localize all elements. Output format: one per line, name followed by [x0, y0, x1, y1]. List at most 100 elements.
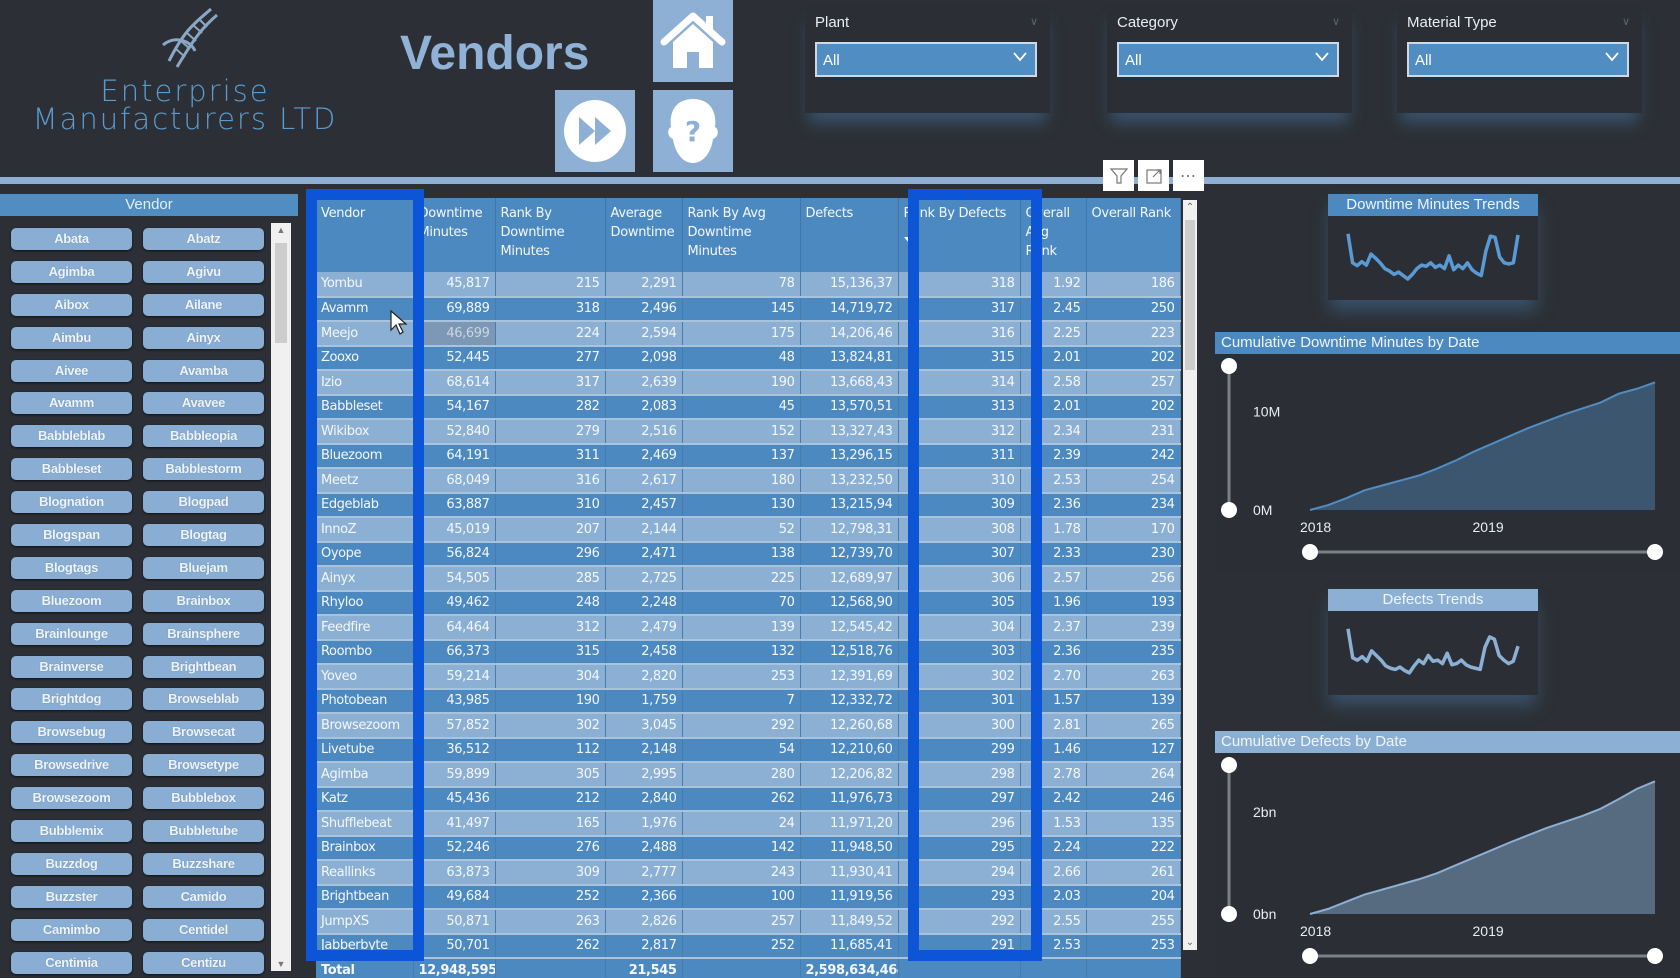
vendor-button[interactable]: Bubblemix — [11, 820, 132, 843]
vendor-button[interactable]: Babbleopia — [143, 425, 264, 448]
vendor-button[interactable]: Avavee — [143, 392, 264, 415]
category-dropdown[interactable]: All — [1117, 42, 1339, 77]
vendor-button[interactable]: Agimba — [11, 260, 132, 283]
vendor-button[interactable]: Blognation — [11, 491, 132, 514]
scrollbar-thumb[interactable] — [1185, 220, 1195, 370]
vendor-button[interactable]: Browseblab — [143, 688, 264, 711]
vendor-button[interactable]: Blogtags — [11, 556, 132, 579]
vendor-button[interactable]: Blogspan — [11, 524, 132, 547]
vendor-button[interactable]: Centizu — [143, 951, 264, 974]
vendor-scrollbar[interactable]: ▲ ▼ — [271, 223, 291, 971]
collapse-icon[interactable]: ∨ — [1332, 15, 1340, 28]
vendor-button[interactable]: Agivu — [143, 260, 264, 283]
vendor-button[interactable]: Centidel — [143, 918, 264, 941]
vendor-button[interactable]: Browsetype — [143, 754, 264, 777]
column-header[interactable]: Overall Rank — [1086, 198, 1181, 272]
vendor-button[interactable]: Ainyx — [143, 326, 264, 349]
table-row[interactable]: Rhyloo 49,462 248 2,248 70 12,568,90 305 1.96 19… — [316, 590, 1181, 616]
table-row[interactable]: Edgeblab 63,887 310 2,457 130 13,215,94 309 2.3… — [316, 492, 1181, 518]
table-row[interactable]: Meejo 46,699 224 2,594 175 14,206,46 316 2.25 22… — [316, 321, 1181, 347]
column-header[interactable]: Overall Avg Rank — [1020, 198, 1087, 272]
scroll-down-icon[interactable]: ▼ — [271, 959, 291, 969]
table-row[interactable]: InnoZ 45,019 207 2,144 52 12,798,31 308 1.78 170 — [316, 517, 1181, 543]
home-button[interactable] — [653, 0, 733, 82]
vendor-button[interactable]: Brainverse — [11, 655, 132, 678]
column-header[interactable]: Rank By Defects — [898, 198, 1021, 272]
vendor-button[interactable]: Browsedrive — [11, 754, 132, 777]
table-row[interactable]: Yombu 45,817 215 2,291 78 15,136,37 318 1.92 186 — [316, 272, 1181, 298]
scrollbar-thumb[interactable] — [275, 243, 287, 343]
table-row[interactable]: Babbleset 54,167 282 2,083 45 13,570,51 313 2.0… — [316, 394, 1181, 420]
plant-dropdown[interactable]: All — [815, 42, 1037, 77]
vendor-button[interactable]: Brightbean — [143, 655, 264, 678]
help-button[interactable]: ? — [653, 90, 733, 172]
focus-mode-button[interactable] — [1138, 160, 1169, 191]
column-header[interactable]: Vendor — [316, 198, 414, 272]
vendor-button[interactable]: Buzzdog — [11, 852, 132, 875]
next-page-button[interactable] — [555, 90, 635, 172]
table-row[interactable]: Meetz 68,049 316 2,617 180 13,232,50 310 2.53 25… — [316, 468, 1181, 494]
vendor-button[interactable]: Browsezoom — [11, 787, 132, 810]
table-row[interactable]: Yoveo 59,214 304 2,820 253 12,391,69 302 2.70 26… — [316, 664, 1181, 690]
vendor-button[interactable]: Abatz — [143, 228, 264, 250]
vendor-button[interactable]: Brainbox — [143, 589, 264, 612]
vendor-button[interactable]: Buzzster — [11, 885, 132, 908]
table-row[interactable]: Bluezoom 64,191 311 2,469 137 13,296,15 311 2.3… — [316, 443, 1181, 469]
vendor-button[interactable]: Babbleset — [11, 458, 132, 481]
column-header[interactable]: Downtime Minutes — [413, 198, 496, 272]
table-row[interactable]: Photobean 43,985 190 1,759 7 12,332,72 301 1.57… — [316, 688, 1181, 714]
column-header[interactable]: Average Downtime — [605, 198, 683, 272]
vendor-button[interactable]: Buzzshare — [143, 852, 264, 875]
table-row[interactable]: Browsezoom 57,852 302 3,045 292 12,260,68 300 2… — [316, 713, 1181, 739]
table-row[interactable]: Reallinks 63,873 309 2,777 243 11,930,41 294 2.… — [316, 860, 1181, 886]
vendor-button[interactable]: Camimbo — [11, 918, 132, 941]
vendor-button[interactable]: Avamm — [11, 392, 132, 415]
vendor-button[interactable]: Bubbletube — [143, 820, 264, 843]
vendor-button[interactable]: Babbleblab — [11, 425, 132, 448]
material-type-dropdown[interactable]: All — [1407, 42, 1629, 77]
vendor-button[interactable]: Avamba — [143, 359, 264, 382]
column-header[interactable]: Defects — [800, 198, 899, 272]
collapse-icon[interactable]: ∨ — [1030, 15, 1038, 28]
table-row[interactable]: Livetube 36,512 112 2,148 54 12,210,60 299 1.46… — [316, 737, 1181, 763]
vendor-button[interactable]: Centimia — [11, 951, 132, 974]
table-row[interactable]: Agimba 59,899 305 2,995 280 12,206,82 298 2.78 2… — [316, 762, 1181, 788]
table-row[interactable]: Ainyx 54,505 285 2,725 225 12,689,97 306 2.57 25… — [316, 566, 1181, 592]
table-row[interactable]: Izio 68,614 317 2,639 190 13,668,43 314 2.58 257 — [316, 370, 1181, 396]
scroll-up-icon[interactable]: ▲ — [271, 225, 291, 235]
vendor-button[interactable]: Browsecat — [143, 721, 264, 744]
table-row[interactable]: Roombo 66,373 315 2,458 132 12,518,76 303 2.36 2… — [316, 639, 1181, 665]
vendor-button[interactable]: Bluejam — [143, 556, 264, 579]
table-row[interactable]: Feedfire 64,464 312 2,479 139 12,545,42 304 2.3… — [316, 615, 1181, 641]
scroll-up-icon[interactable]: ⌃ — [1183, 202, 1197, 213]
table-scrollbar[interactable]: ⌃ ⌄ — [1183, 200, 1197, 950]
table-row[interactable]: Avamm 69,889 318 2,496 145 14,719,72 317 2.45 25… — [316, 296, 1181, 322]
table-row[interactable]: Brainbox 52,246 276 2,488 142 11,948,50 295 2.2… — [316, 835, 1181, 861]
vendor-button[interactable]: Bubblebox — [143, 787, 264, 810]
column-header[interactable]: Rank By Downtime Minutes — [495, 198, 606, 272]
vendor-button[interactable]: Aivee — [11, 359, 132, 382]
table-row[interactable]: Brightbean 49,684 252 2,366 100 11,919,56 293 2… — [316, 884, 1181, 910]
vendor-button[interactable]: Brainlounge — [11, 622, 132, 645]
vendor-button[interactable]: Aibox — [11, 293, 132, 316]
vendor-button[interactable]: Babblestorm — [143, 458, 264, 481]
table-row[interactable]: Jabberbyte 50,701 262 2,817 252 11,685,41 291 2… — [316, 933, 1181, 959]
more-options-button[interactable]: ⋯ — [1173, 160, 1204, 191]
scroll-down-icon[interactable]: ⌄ — [1183, 937, 1197, 948]
vendor-button[interactable]: Brightdog — [11, 688, 132, 711]
column-header[interactable]: Rank By Avg Downtime Minutes — [682, 198, 801, 272]
vendor-button[interactable]: Abata — [11, 228, 132, 250]
vendor-button[interactable]: Browsebug — [11, 721, 132, 744]
table-row[interactable]: Wikibox 52,840 279 2,516 152 13,327,43 312 2.34… — [316, 419, 1181, 445]
collapse-icon[interactable]: ∨ — [1622, 15, 1630, 28]
vendor-button[interactable]: Brainsphere — [143, 622, 264, 645]
table-row[interactable]: Zooxo 52,445 277 2,098 48 13,824,81 315 2.01 202 — [316, 345, 1181, 371]
vendor-button[interactable]: Camido — [143, 885, 264, 908]
table-row[interactable]: Oyope 56,824 296 2,471 138 12,739,70 307 2.33 23… — [316, 541, 1181, 567]
vendor-button[interactable]: Bluezoom — [11, 589, 132, 612]
vendor-button[interactable]: Ailane — [143, 293, 264, 316]
filter-button[interactable] — [1103, 160, 1134, 191]
vendor-button[interactable]: Aimbu — [11, 326, 132, 349]
table-row[interactable]: Katz 45,436 212 2,840 262 11,976,73 297 2.42 246 — [316, 786, 1181, 812]
table-row[interactable]: JumpXS 50,871 263 2,826 257 11,849,52 292 2.55 2… — [316, 909, 1181, 935]
